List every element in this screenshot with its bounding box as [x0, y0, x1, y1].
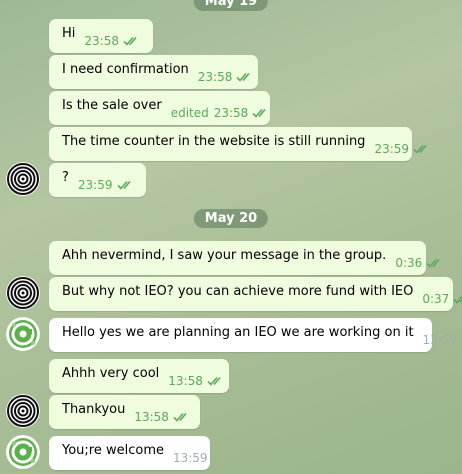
message-meta: 0:36 — [395, 256, 444, 270]
message-text: But why not IEO? you can achieve more fu… — [62, 283, 414, 299]
message-time: 23:59 — [77, 178, 113, 192]
message-meta: 13:59 — [173, 451, 208, 465]
double-check-icon — [173, 412, 191, 422]
message-time: 23:59 — [374, 142, 410, 156]
message-bubble[interactable]: Thankyou 13:58 — [49, 395, 200, 429]
message-meta: 13:58 — [168, 374, 225, 388]
message-text: The time counter in the website is still… — [62, 133, 366, 149]
double-check-icon — [207, 376, 225, 386]
message-bubble[interactable]: I need confirmation 23:58 — [49, 55, 258, 89]
message-bubble[interactable]: Hello yes we are planning an IEO we are … — [49, 318, 457, 352]
message-bubble[interactable]: Is the sale over edited 23:58 — [49, 91, 270, 125]
message-meta: 13:57 — [423, 333, 458, 347]
message-text: Ahhh very cool — [62, 365, 160, 381]
message-time: 13:59 — [172, 451, 208, 465]
message-text: I need confirmation — [62, 61, 189, 77]
message-meta: edited 23:58 — [171, 106, 271, 120]
message-time: 0:36 — [395, 256, 423, 270]
message-time: 13:58 — [168, 374, 203, 388]
message-time: 13:58 — [134, 410, 169, 424]
double-check-icon — [426, 258, 444, 268]
message-text: Ahh nevermind, I saw your message in the… — [62, 247, 387, 263]
message-bubble[interactable]: ? 23:59 — [49, 163, 146, 197]
message-time: 13:57 — [422, 333, 458, 347]
double-check-icon — [123, 36, 141, 46]
green-logo-avatar[interactable] — [6, 435, 40, 469]
green-logo-avatar[interactable] — [6, 317, 40, 351]
double-check-icon — [453, 294, 462, 304]
message-bubble[interactable]: The time counter in the website is still… — [49, 127, 427, 161]
concentric-circles-avatar[interactable] — [6, 162, 40, 196]
concentric-circles-avatar[interactable] — [6, 394, 40, 428]
message-text: Thankyou — [62, 401, 126, 417]
message-meta: 23:59 — [374, 142, 431, 156]
message-bubble[interactable]: But why not IEO? you can achieve more fu… — [49, 277, 462, 311]
double-check-icon — [413, 144, 431, 154]
double-check-icon — [116, 180, 135, 190]
message-bubble[interactable]: Ahhh very cool 13:58 — [49, 359, 229, 393]
message-text: ? — [62, 169, 69, 185]
double-check-icon — [252, 108, 270, 118]
message-meta: 23:58 — [84, 34, 141, 48]
message-bubble[interactable]: Hi 23:58 — [49, 19, 153, 53]
message-time: 0:37 — [422, 292, 450, 306]
double-check-icon — [236, 72, 254, 82]
message-meta: 23:58 — [198, 70, 255, 84]
edited-label: edited — [170, 106, 209, 120]
message-bubble[interactable]: You;re welcome 13:59 — [49, 436, 210, 470]
concentric-circles-avatar[interactable] — [6, 276, 40, 310]
message-time: 23:58 — [213, 106, 249, 120]
date-separator-may-19: May 19 — [193, 0, 269, 11]
message-time: 23:58 — [84, 34, 119, 48]
message-text: You;re welcome — [62, 442, 164, 458]
message-meta: 23:59 — [78, 178, 135, 192]
date-separator-may-20: May 20 — [193, 209, 269, 228]
message-meta: 0:37 — [422, 292, 462, 306]
message-meta: 13:58 — [134, 410, 191, 424]
message-bubble[interactable]: Ahh nevermind, I saw your message in the… — [49, 241, 440, 275]
message-text: Hello yes we are planning an IEO we are … — [62, 324, 414, 340]
message-time: 23:58 — [197, 70, 233, 84]
message-text: Hi — [62, 25, 76, 41]
message-text: Is the sale over — [62, 97, 162, 113]
